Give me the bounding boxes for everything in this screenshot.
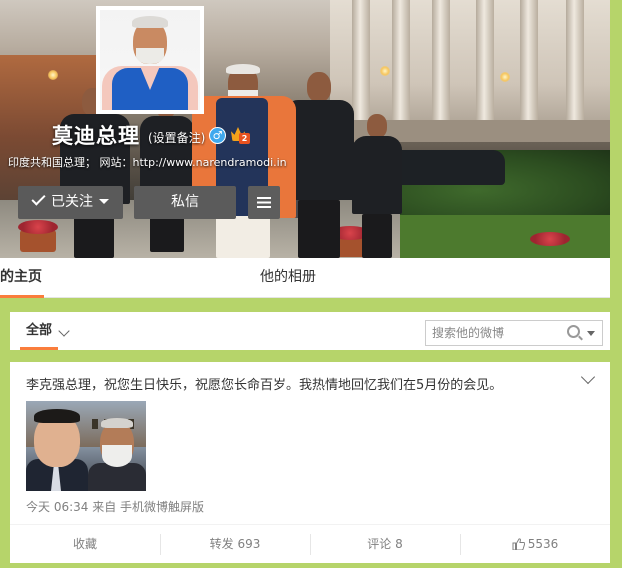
profile-avatar[interactable] bbox=[96, 6, 204, 114]
search-icon[interactable] bbox=[567, 325, 580, 338]
set-remark-link[interactable]: (设置备注) bbox=[148, 129, 205, 146]
filter-all-label: 全部 bbox=[26, 323, 53, 338]
cover-column bbox=[520, 0, 538, 125]
follow-button[interactable]: 已关注 bbox=[18, 186, 123, 219]
favorite-button[interactable]: 收藏 bbox=[10, 525, 160, 564]
filter-active-underline bbox=[20, 347, 58, 350]
profile-bio: 印度共和国总理； 网站：http://www.narendramodi.in bbox=[8, 156, 287, 169]
check-icon bbox=[31, 191, 46, 206]
search-input[interactable] bbox=[432, 324, 552, 342]
hamburger-icon bbox=[257, 197, 271, 208]
cover-lamp bbox=[500, 72, 510, 82]
male-icon: ♂ bbox=[209, 127, 226, 144]
tab-home[interactable]: 的主页 bbox=[0, 258, 44, 298]
cover-column bbox=[352, 0, 370, 125]
weibo-search-box bbox=[425, 320, 603, 346]
comment-button[interactable]: 评论 8 bbox=[310, 525, 460, 564]
follow-label: 已关注 bbox=[51, 194, 93, 210]
cover-flowers bbox=[530, 232, 570, 246]
feed-filter-bar: 全部 bbox=[10, 312, 610, 350]
message-button[interactable]: 私信 bbox=[134, 186, 236, 219]
cover-lamp bbox=[380, 66, 390, 76]
crown-icon[interactable]: 2 bbox=[231, 127, 250, 144]
cover-column bbox=[566, 0, 584, 125]
cover-car bbox=[395, 150, 505, 185]
like-count: 5536 bbox=[527, 537, 559, 551]
cover-lawn bbox=[380, 215, 610, 258]
profile-name: 莫迪总理 bbox=[52, 124, 140, 148]
chevron-down-icon[interactable] bbox=[580, 369, 596, 385]
post-actions: 收藏 转发 693 评论 8 5536 bbox=[10, 524, 610, 563]
cover-column bbox=[476, 0, 494, 125]
caret-down-icon bbox=[99, 199, 109, 204]
vip-level-badge: 2 bbox=[239, 133, 250, 144]
profile-tabs: 的主页 他的相册 bbox=[0, 258, 610, 298]
cover-banner: 莫迪总理 (设置备注) ♂ 2 印度共和国总理； 网站：http://www.n… bbox=[0, 0, 610, 258]
cover-column bbox=[392, 0, 410, 125]
cover-column bbox=[432, 0, 450, 125]
chevron-down-icon[interactable] bbox=[58, 325, 70, 337]
cover-lamp bbox=[48, 70, 58, 80]
cover-flowers bbox=[18, 220, 58, 234]
tab-album[interactable]: 他的相册 bbox=[260, 258, 316, 298]
cover-person bbox=[352, 114, 402, 258]
like-button[interactable]: 5536 bbox=[460, 525, 610, 564]
thumbs-up-icon bbox=[512, 538, 525, 550]
forward-button[interactable]: 转发 693 bbox=[160, 525, 310, 564]
post-image[interactable] bbox=[26, 401, 146, 491]
caret-down-icon[interactable] bbox=[587, 331, 595, 336]
post-text: 李克强总理，祝您生日快乐，祝愿您长命百岁。我热情地回忆我们在5月份的会见。 bbox=[26, 378, 503, 393]
weibo-post: 李克强总理，祝您生日快乐，祝愿您长命百岁。我热情地回忆我们在5月份的会见。 今天… bbox=[10, 362, 610, 563]
more-menu-button[interactable] bbox=[248, 186, 280, 219]
post-meta: 今天 06:34 来自 手机微博触屏版 bbox=[26, 500, 205, 514]
filter-all-dropdown[interactable]: 全部 bbox=[26, 312, 52, 350]
cover-person bbox=[140, 92, 194, 252]
